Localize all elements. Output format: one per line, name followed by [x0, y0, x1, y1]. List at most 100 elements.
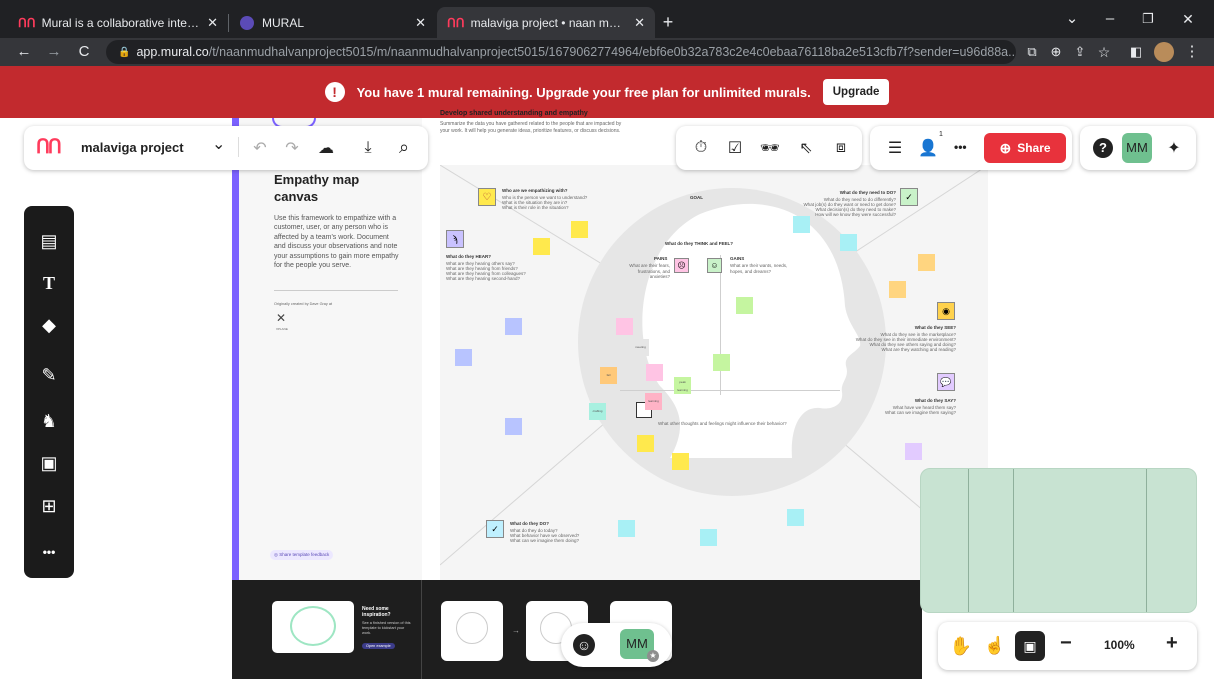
profile-avatar[interactable] [1154, 42, 1174, 62]
image-icon[interactable]: ▣ [37, 451, 61, 475]
hear-line: What are they hearing second-hand? [446, 276, 521, 281]
sticky-note[interactable]: crafting [589, 403, 606, 420]
zoom-in-button[interactable]: + [1166, 632, 1178, 655]
search-icon[interactable]: ⌕ [393, 136, 415, 158]
people-icon[interactable]: 👤 [917, 137, 939, 159]
sticky-note[interactable] [713, 354, 730, 371]
outline-icon[interactable]: ☰ [884, 137, 906, 159]
zoom-out-button[interactable]: − [1060, 632, 1072, 655]
more-options-icon[interactable]: ••• [954, 140, 967, 154]
map-view-icon[interactable]: ▣ [1015, 631, 1045, 661]
sticky-note[interactable] [571, 221, 588, 238]
browser-tab[interactable]: MURAL ✕ [230, 7, 436, 38]
project-dropdown-icon[interactable]: ⌄ [212, 134, 225, 154]
pen-icon[interactable]: ✎ [37, 363, 61, 387]
browser-menu-icon[interactable]: ⋮ [1184, 38, 1200, 66]
say-title: What do they SAY? [914, 398, 956, 403]
sticky-note[interactable] [905, 443, 922, 460]
project-name[interactable]: malaviga project [81, 140, 184, 155]
reaction-smile-icon[interactable]: ☺ [573, 634, 595, 656]
share-button[interactable]: ⊕ Share [984, 133, 1066, 163]
sticky-note[interactable] [455, 349, 472, 366]
sticky-note[interactable] [672, 453, 689, 470]
template-feedback-link[interactable]: ◎ Share template feedback [270, 550, 334, 560]
icon-library-icon[interactable]: ♞ [37, 409, 61, 433]
open-example-button[interactable]: Open example [362, 643, 395, 649]
sticky-note[interactable] [616, 318, 633, 335]
timer-icon[interactable]: ⏱ [690, 137, 712, 159]
sticky-note[interactable]: peak learning [674, 377, 691, 394]
gains-label: GAINS [730, 256, 745, 261]
templates-icon[interactable]: ⊞ [37, 494, 61, 518]
sticky-note[interactable]: meeting [632, 339, 649, 356]
hand-tool-icon[interactable]: ✋ [950, 635, 972, 657]
browser-tab-active[interactable]: ᑎᑎ malaviga project • naan mudhalv ✕ [437, 7, 655, 38]
star-badge-icon: ★ [647, 650, 659, 662]
select-tool-icon[interactable]: ☝ [984, 635, 1006, 657]
close-window-button[interactable]: ✕ [1178, 5, 1198, 33]
see-line: What are they watching and reading? [881, 347, 956, 352]
scroll-edge [1205, 118, 1214, 679]
download-icon[interactable]: ⤓ [357, 137, 379, 159]
mural-logo-icon[interactable]: ᑎᑎ [36, 136, 62, 159]
shapes-icon[interactable]: ◆ [37, 313, 61, 337]
private-mode-icon[interactable]: 🕶 [759, 137, 781, 159]
url-path: /t/naanmudhalvanproject5015/m/naanmudhal… [208, 45, 1016, 59]
share-page-icon[interactable]: ⇪ [1070, 38, 1090, 66]
sticky-note[interactable] [793, 216, 810, 233]
sticky-note[interactable] [736, 297, 753, 314]
sticky-note[interactable]: fail [600, 367, 617, 384]
redo-icon[interactable]: ↷ [281, 137, 303, 159]
tab-search-icon[interactable]: ⌄ [1062, 5, 1082, 33]
sticky-note[interactable] [646, 364, 663, 381]
close-tab-icon[interactable]: ✕ [415, 15, 426, 31]
zoom-level[interactable]: 100% [1104, 638, 1135, 652]
toolkit-icon[interactable]: ⧈ [830, 137, 852, 159]
sticky-note[interactable] [533, 238, 550, 255]
sticky-note[interactable] [637, 435, 654, 452]
tab-title: MURAL [262, 15, 305, 30]
zoom-icon[interactable]: ⊕ [1046, 38, 1066, 66]
sticky-note[interactable] [787, 509, 804, 526]
minimap[interactable] [920, 468, 1197, 613]
ai-sparkle-icon[interactable]: ✦ [1163, 137, 1185, 159]
close-tab-icon[interactable]: ✕ [634, 15, 645, 31]
sticky-note-icon[interactable]: ▤ [37, 229, 61, 253]
sticky-note[interactable] [618, 520, 635, 537]
sticky-note[interactable] [918, 254, 935, 271]
sticky-note[interactable] [889, 281, 906, 298]
restore-button[interactable]: ❐ [1138, 5, 1158, 33]
reload-icon[interactable]: C [72, 38, 96, 66]
bookmark-star-icon[interactable]: ☆ [1094, 38, 1114, 66]
hear-title: What do they HEAR? [446, 254, 491, 259]
side-panel-icon[interactable]: ◧ [1126, 38, 1146, 66]
other-thoughts-text: What other thoughts and feelings might i… [658, 421, 787, 426]
sticky-note[interactable]: learning [645, 393, 662, 410]
more-tools-icon[interactable]: ••• [37, 540, 61, 564]
undo-icon[interactable]: ↶ [249, 137, 271, 159]
address-bar[interactable]: 🔒 app.mural.co /t/naanmudhalvanproject50… [106, 40, 1016, 64]
sticky-note[interactable] [505, 418, 522, 435]
user-avatar[interactable]: MM [1122, 133, 1152, 163]
sticky-note[interactable] [700, 529, 717, 546]
upgrade-button[interactable]: Upgrade [822, 79, 890, 105]
upgrade-banner: ! You have 1 mural remaining. Upgrade yo… [0, 66, 1214, 118]
back-icon[interactable]: ← [12, 38, 36, 66]
voting-icon[interactable]: ☑ [724, 137, 746, 159]
help-icon[interactable]: ? [1093, 138, 1113, 158]
summon-icon[interactable]: ⇖ [795, 137, 817, 159]
forward-icon[interactable]: → [42, 38, 66, 66]
close-tab-icon[interactable]: ✕ [207, 15, 218, 31]
install-app-icon[interactable]: ⧉ [1022, 38, 1042, 66]
sticky-note[interactable] [505, 318, 522, 335]
browser-tab[interactable]: ᑎᑎ Mural is a collaborative intelligen ✕ [8, 7, 228, 38]
minimize-button[interactable]: – [1100, 5, 1120, 33]
do-line: What can we imagine them doing? [510, 538, 580, 543]
sticky-note[interactable] [840, 234, 857, 251]
new-tab-button[interactable]: + [658, 8, 678, 36]
cloud-saved-icon[interactable]: ☁ [315, 137, 337, 159]
text-icon[interactable]: T [37, 271, 61, 295]
template-credit: Originally created by Dave Gray at [274, 302, 333, 306]
tools-sidebar [24, 206, 74, 578]
checklist-icon: ✓ [900, 188, 918, 206]
